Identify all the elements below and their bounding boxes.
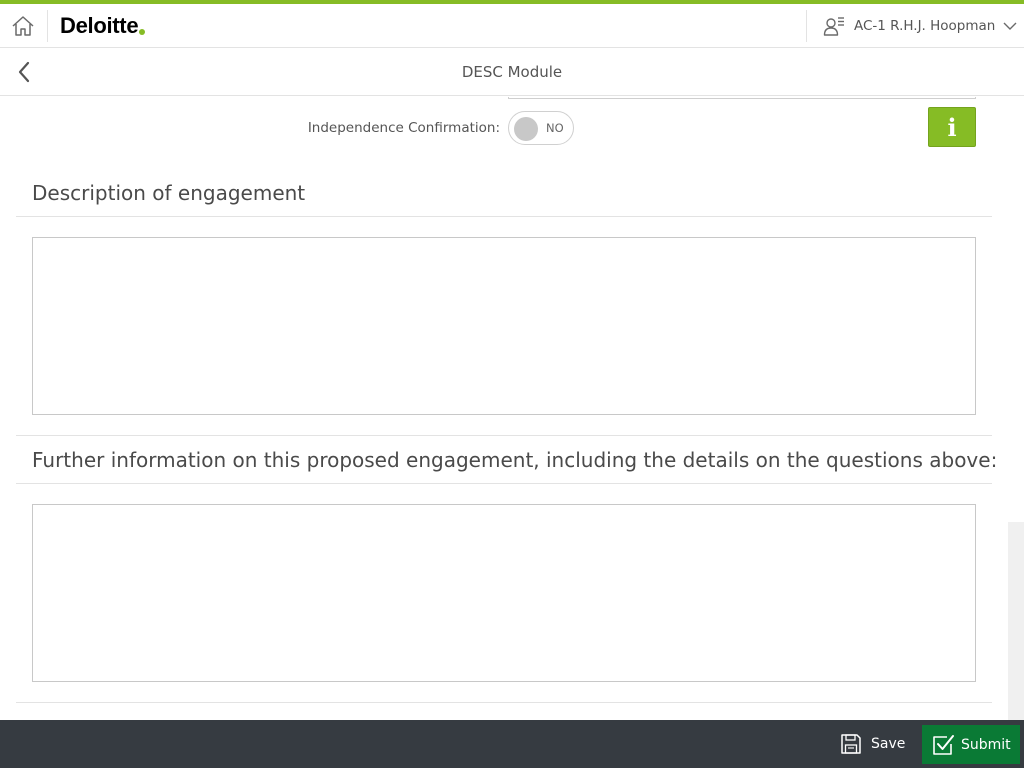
divider: [16, 483, 992, 484]
divider: [16, 216, 992, 217]
description-textarea[interactable]: [32, 237, 976, 415]
save-label: Save: [871, 736, 906, 752]
logo-dot: [139, 29, 146, 35]
save-icon: [841, 734, 861, 754]
user-list-icon: [823, 17, 844, 36]
submit-button[interactable]: Submit: [922, 725, 1020, 764]
user-menu[interactable]: AC-1 R.H.J. Hoopman: [807, 4, 1024, 48]
toggle-state-text: NO: [546, 121, 564, 135]
home-button[interactable]: [0, 4, 46, 48]
chevron-down-icon: [1003, 22, 1017, 30]
independence-confirmation-label: Independence Confirmation:: [307, 120, 500, 136]
action-footer: Save Submit: [0, 720, 1024, 768]
submit-label: Submit: [961, 736, 1011, 753]
deloitte-logo: Deloitte: [60, 12, 146, 40]
divider: [16, 702, 992, 703]
form-content[interactable]: Independence Confirmation: NO i Descript…: [0, 97, 1024, 720]
logo-text: Deloitte: [60, 13, 139, 38]
info-button[interactable]: i: [928, 107, 976, 147]
toggle-knob: [514, 117, 538, 141]
save-button[interactable]: Save: [832, 728, 913, 760]
previous-input-field[interactable]: [508, 97, 976, 99]
page-title: DESC Module: [461, 63, 563, 81]
chevron-left-icon: [18, 61, 30, 83]
description-section-title: Description of engagement: [32, 181, 306, 205]
user-name: AC-1 R.H.J. Hoopman: [854, 18, 996, 34]
home-icon: [12, 16, 34, 36]
scrollbar-thumb[interactable]: [1008, 522, 1024, 720]
further-information-textarea[interactable]: [32, 504, 976, 682]
checkbox-check-icon: [933, 734, 954, 755]
independence-confirmation-toggle[interactable]: NO: [508, 111, 574, 145]
further-information-section-title: Further information on this proposed eng…: [32, 448, 998, 472]
title-bar: DESC Module: [0, 48, 1024, 96]
header-divider: [47, 10, 48, 42]
divider: [16, 435, 992, 436]
top-header: Deloitte AC-1 R.H.J. Hoopman: [0, 4, 1024, 48]
back-button[interactable]: [10, 58, 38, 86]
